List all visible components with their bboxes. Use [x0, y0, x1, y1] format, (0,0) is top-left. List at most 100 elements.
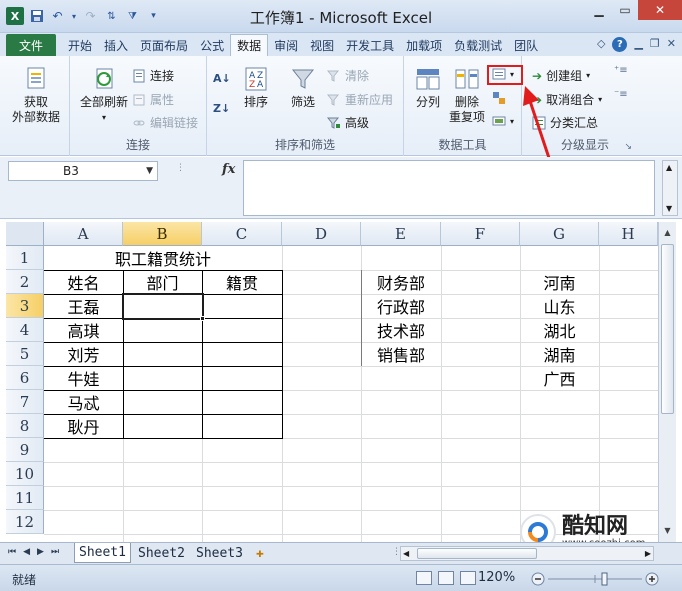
first-sheet-icon[interactable]: ⏮	[8, 547, 16, 557]
page-break-view-icon[interactable]	[460, 571, 476, 585]
tab-view[interactable]: 视图	[304, 34, 340, 56]
row-header-10[interactable]: 10	[6, 462, 44, 486]
edit-links-button[interactable]: 编辑链接	[132, 114, 198, 131]
province-list-cell[interactable]: 广西	[520, 366, 599, 390]
name-cell[interactable]: 王磊	[44, 294, 123, 318]
tab-team[interactable]: 团队	[508, 34, 544, 56]
insert-function-icon[interactable]: fx	[222, 162, 235, 177]
properties-button[interactable]: 属性	[132, 91, 174, 108]
tab-developer[interactable]: 开发工具	[340, 34, 400, 56]
tab-load-test[interactable]: 负载测试	[448, 34, 508, 56]
column-header-b[interactable]: B	[123, 222, 202, 246]
tab-formulas[interactable]: 公式	[194, 34, 230, 56]
last-sheet-icon[interactable]: ⏭	[51, 547, 59, 557]
sort-button[interactable]: AZZA 排序	[237, 66, 275, 110]
province-list-cell[interactable]: 湖北	[520, 318, 599, 342]
tab-review[interactable]: 审阅	[268, 34, 304, 56]
name-box-dropdown-icon[interactable]: ▼	[146, 162, 153, 180]
formula-input[interactable]	[243, 160, 655, 216]
column-header-g[interactable]: G	[520, 222, 599, 246]
department-list-cell[interactable]: 行政部	[361, 294, 441, 318]
name-cell[interactable]: 牛娃	[44, 366, 123, 390]
fill-handle[interactable]	[200, 316, 205, 321]
name-cell[interactable]: 马忒	[44, 390, 123, 414]
vertical-scrollbar[interactable]: ▲ ▼	[658, 222, 676, 542]
name-cell[interactable]: 高琪	[44, 318, 123, 342]
header-native-place-cell[interactable]: 籍贯	[202, 270, 282, 294]
column-header-d[interactable]: D	[282, 222, 361, 246]
row-header-8[interactable]: 8	[6, 414, 44, 438]
advanced-button[interactable]: 高级	[327, 114, 369, 131]
header-department-cell[interactable]: 部门	[123, 270, 202, 294]
collapse-ribbon-icon[interactable]: ◇	[597, 37, 605, 52]
select-all-corner[interactable]	[6, 222, 44, 246]
minimize-icon[interactable]: ▁	[586, 0, 612, 20]
worksheet-grid[interactable]: A B C D E F G H 1 2 3 4 5 6 7 8 9 10 11 …	[0, 222, 682, 542]
normal-view-icon[interactable]	[416, 571, 432, 585]
tab-data[interactable]: 数据	[230, 34, 269, 56]
sheet-tab-sheet3[interactable]: Sheet3	[192, 543, 247, 563]
column-header-h[interactable]: H	[599, 222, 658, 246]
show-detail-button[interactable]: ⁺≡	[614, 65, 628, 76]
horizontal-scrollbar[interactable]: ◀ ▶	[400, 546, 654, 561]
zoom-slider[interactable]	[530, 571, 660, 587]
clear-button[interactable]: 清除	[327, 67, 369, 84]
tab-home[interactable]: 开始	[62, 34, 98, 56]
consolidate-button[interactable]	[492, 91, 506, 105]
sort-asc-button[interactable]: A↓	[213, 72, 231, 85]
table-title-cell[interactable]: 职工籍贯统计	[44, 246, 282, 270]
insert-sheet-icon[interactable]: ✚	[252, 543, 268, 563]
refresh-all-button[interactable]: 全部刷新 ▾	[74, 66, 134, 125]
row-header-11[interactable]: 11	[6, 486, 44, 510]
page-layout-view-icon[interactable]	[438, 571, 454, 585]
scroll-right-icon[interactable]: ▶	[645, 547, 651, 560]
what-if-analysis-button[interactable]: ▾	[492, 114, 514, 128]
province-list-cell[interactable]: 湖南	[520, 342, 599, 366]
next-sheet-icon[interactable]: ▶	[37, 547, 44, 557]
row-header-5[interactable]: 5	[6, 342, 44, 366]
column-header-e[interactable]: E	[361, 222, 441, 246]
province-list-cell[interactable]: 山东	[520, 294, 599, 318]
reapply-button[interactable]: 重新应用	[327, 91, 393, 108]
row-header-12[interactable]: 12	[6, 510, 44, 534]
sort-desc-button[interactable]: Z↓	[213, 102, 230, 115]
horizontal-scroll-thumb[interactable]	[417, 548, 537, 559]
row-header-1[interactable]: 1	[6, 246, 44, 270]
row-header-7[interactable]: 7	[6, 390, 44, 414]
zoom-level[interactable]: 120%	[478, 570, 515, 585]
outline-dialog-launcher-icon[interactable]: ↘	[624, 142, 632, 152]
formula-scroll-down-icon[interactable]: ▼	[666, 204, 672, 213]
connections-button[interactable]: 连接	[132, 67, 174, 84]
province-list-cell[interactable]: 河南	[520, 270, 599, 294]
scroll-down-icon[interactable]: ▼	[659, 522, 676, 539]
row-header-4[interactable]: 4	[6, 318, 44, 342]
close-icon[interactable]: ✕	[638, 0, 682, 20]
row-header-9[interactable]: 9	[6, 438, 44, 462]
tab-page-layout[interactable]: 页面布局	[134, 34, 194, 56]
text-to-columns-button[interactable]: 分列	[408, 66, 448, 110]
department-list-cell[interactable]: 销售部	[361, 342, 441, 366]
row-header-3[interactable]: 3	[6, 294, 44, 318]
name-box[interactable]: B3 ▼	[8, 161, 158, 181]
department-list-cell[interactable]: 技术部	[361, 318, 441, 342]
column-header-c[interactable]: C	[202, 222, 282, 246]
get-external-data-button[interactable]: 获取 外部数据	[6, 66, 66, 125]
vertical-scroll-thumb[interactable]	[661, 244, 674, 414]
formula-bar-scroll[interactable]: ▲ ▼	[662, 160, 678, 216]
row-header-2[interactable]: 2	[6, 270, 44, 294]
doc-minimize-icon[interactable]: ▁	[634, 37, 642, 52]
scroll-left-icon[interactable]: ◀	[403, 547, 409, 560]
department-list-cell[interactable]: 财务部	[361, 270, 441, 294]
help-icon[interactable]: ?	[612, 37, 628, 52]
name-cell[interactable]: 耿丹	[44, 414, 123, 438]
prev-sheet-icon[interactable]: ◀	[23, 547, 30, 557]
remove-duplicates-button[interactable]: 删除 重复项	[446, 66, 488, 125]
column-header-a[interactable]: A	[44, 222, 123, 246]
doc-restore-icon[interactable]: ❐	[650, 37, 660, 52]
active-cell-b3[interactable]	[122, 293, 204, 320]
name-cell[interactable]: 刘芳	[44, 342, 123, 366]
maximize-icon[interactable]: ▭	[612, 0, 638, 20]
formula-scroll-up-icon[interactable]: ▲	[666, 163, 672, 172]
filter-button[interactable]: 筛选	[283, 66, 323, 110]
hide-detail-button[interactable]: ⁻≡	[614, 89, 628, 100]
